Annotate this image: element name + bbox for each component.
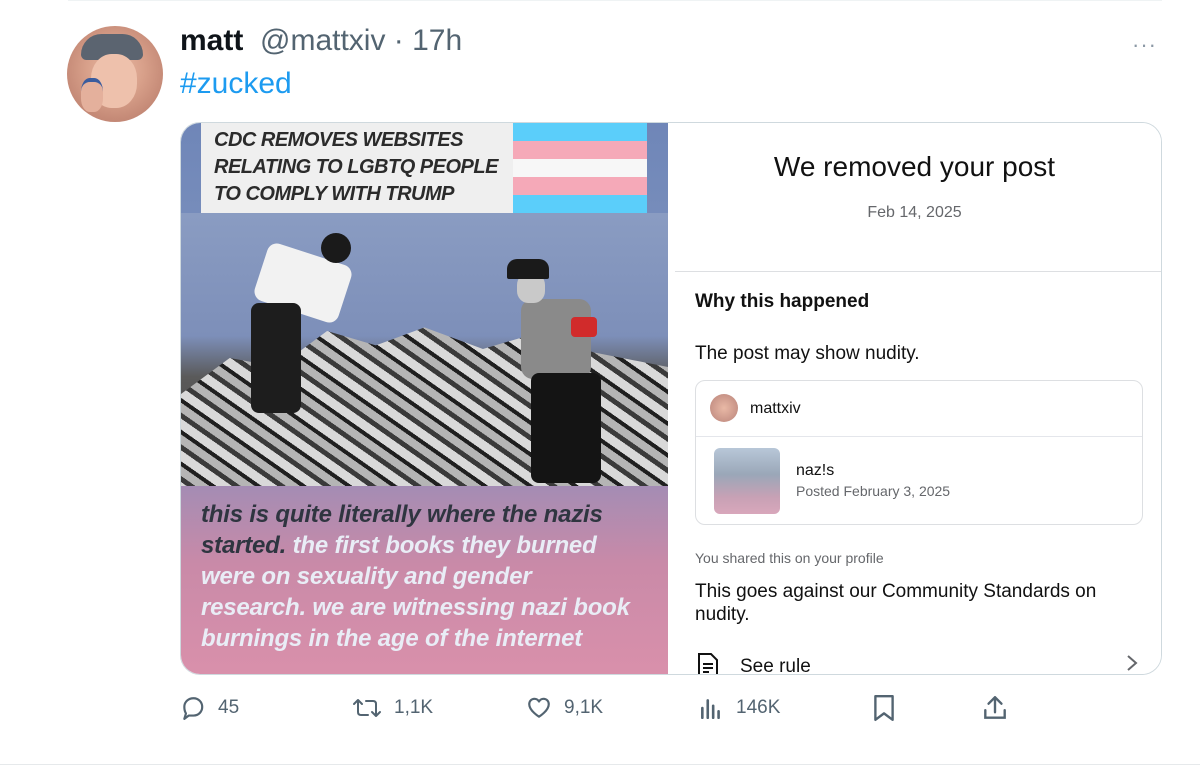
post-date: Posted February 3, 2025 <box>796 483 951 499</box>
reply-count: 45 <box>218 697 240 718</box>
post-username: mattxiv <box>750 400 801 417</box>
share-icon <box>984 696 1006 719</box>
share-button[interactable] <box>982 693 1008 723</box>
book-burning-photo <box>181 213 668 486</box>
meme-image[interactable]: CDC REMOVES WEBSITES RELATING TO LGBTQ P… <box>181 123 668 674</box>
bottom-divider <box>0 764 1200 765</box>
top-divider <box>68 0 1162 1</box>
post-avatar <box>710 394 738 422</box>
repost-icon <box>353 699 381 717</box>
reply-icon <box>183 697 204 720</box>
notice-divider <box>675 271 1161 272</box>
standards-text: This goes against our Community Standard… <box>695 581 1097 625</box>
repost-button[interactable]: 1,1K <box>352 693 433 723</box>
bookmark-button[interactable] <box>872 693 896 723</box>
post-thumbnail <box>714 448 780 514</box>
like-count: 9,1K <box>564 697 604 718</box>
removal-reason: The post may show nudity. <box>695 343 920 364</box>
views-button[interactable]: 146K <box>698 693 780 723</box>
repost-count: 1,1K <box>394 697 434 718</box>
why-heading: Why this happened <box>695 291 870 312</box>
post-card-divider <box>696 436 1142 437</box>
trans-flag-icon <box>513 123 647 213</box>
hashtag-link[interactable]: #zucked <box>180 67 292 101</box>
document-icon <box>698 653 718 674</box>
notice-title: We removed your post <box>773 151 1056 182</box>
heart-icon <box>528 697 550 718</box>
bookmark-icon <box>874 694 894 722</box>
post-title: naz!s <box>796 462 835 479</box>
chevron-right-icon[interactable] <box>1125 653 1139 673</box>
see-rule-link[interactable]: See rule <box>740 656 811 674</box>
image-headline: CDC REMOVES WEBSITES RELATING TO LGBTQ P… <box>214 129 498 205</box>
reply-button[interactable]: 45 <box>180 693 239 723</box>
like-button[interactable]: 9,1K <box>526 693 603 723</box>
views-chart-icon <box>701 699 720 720</box>
hand-shape <box>81 78 103 112</box>
removal-notice[interactable]: We removed your post Feb 14, 2025 Why th… <box>668 123 1161 674</box>
more-options-icon[interactable]: ··· <box>1132 32 1157 58</box>
image-caption: this is quite literally where the nazis … <box>201 499 641 654</box>
figure-right <box>501 253 611 486</box>
media-card[interactable]: CDC REMOVES WEBSITES RELATING TO LGBTQ P… <box>180 122 1162 675</box>
views-count: 146K <box>736 697 781 718</box>
removed-post-card: mattxiv naz!s Posted February 3, 2025 <box>695 380 1143 525</box>
author-handle-time[interactable]: @mattxiv · 17h <box>260 24 462 58</box>
avatar[interactable] <box>67 26 163 122</box>
notice-date: Feb 14, 2025 <box>867 204 962 221</box>
author-name[interactable]: matt <box>180 24 243 58</box>
shared-note: You shared this on your profile <box>695 550 884 566</box>
figure-left <box>251 233 355 413</box>
